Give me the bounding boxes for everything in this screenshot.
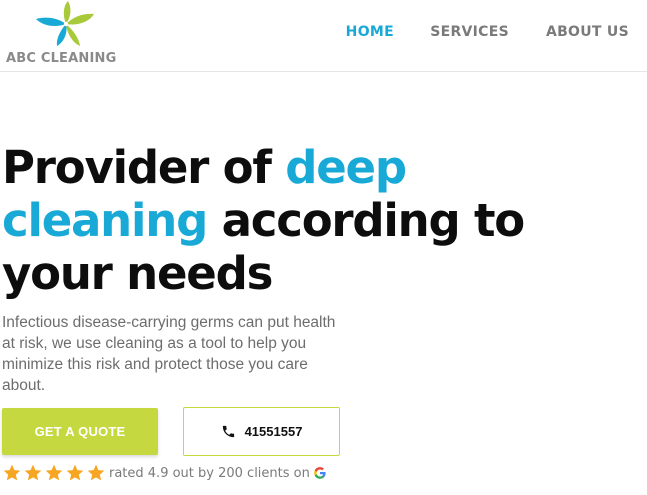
phone-number: 41551557 bbox=[244, 424, 303, 439]
star-rating bbox=[2, 463, 106, 483]
hero-headline: Provider of deep cleaning according to yo… bbox=[2, 141, 602, 300]
flower-logo-icon bbox=[36, 1, 94, 46]
site-header: ABC CLEANING HOME SERVICES ABOUT US bbox=[0, 0, 647, 72]
get-a-quote-button[interactable]: GET A QUOTE bbox=[2, 408, 158, 455]
star-icon bbox=[3, 464, 21, 481]
headline-accent-deep: deep bbox=[285, 141, 407, 194]
nav-item-services[interactable]: SERVICES bbox=[430, 24, 509, 40]
phone-call-button[interactable]: 41551557 bbox=[183, 407, 340, 456]
get-a-quote-label: GET A QUOTE bbox=[34, 424, 126, 439]
rating-row: rated 4.9 out by 200 clients on bbox=[2, 462, 327, 484]
headline-text: Provider of bbox=[2, 141, 286, 194]
page: ABC CLEANING HOME SERVICES ABOUT US Prov… bbox=[0, 0, 647, 495]
logo[interactable]: ABC CLEANING bbox=[4, 0, 124, 70]
star-icon bbox=[45, 464, 63, 481]
phone-icon bbox=[222, 425, 234, 438]
logo-text: ABC CLEANING bbox=[6, 51, 117, 66]
headline-accent-cleaning: cleaning bbox=[2, 194, 208, 247]
nav-item-home[interactable]: HOME bbox=[346, 24, 394, 40]
star-icon bbox=[66, 464, 84, 481]
star-icon bbox=[24, 464, 42, 481]
star-icon bbox=[87, 464, 105, 481]
nav-item-about-us[interactable]: ABOUT US bbox=[546, 24, 629, 40]
rating-text: rated 4.9 out by 200 clients on bbox=[109, 465, 310, 481]
google-icon bbox=[314, 467, 326, 479]
hero-description: Infectious disease-carrying germs can pu… bbox=[2, 314, 336, 394]
